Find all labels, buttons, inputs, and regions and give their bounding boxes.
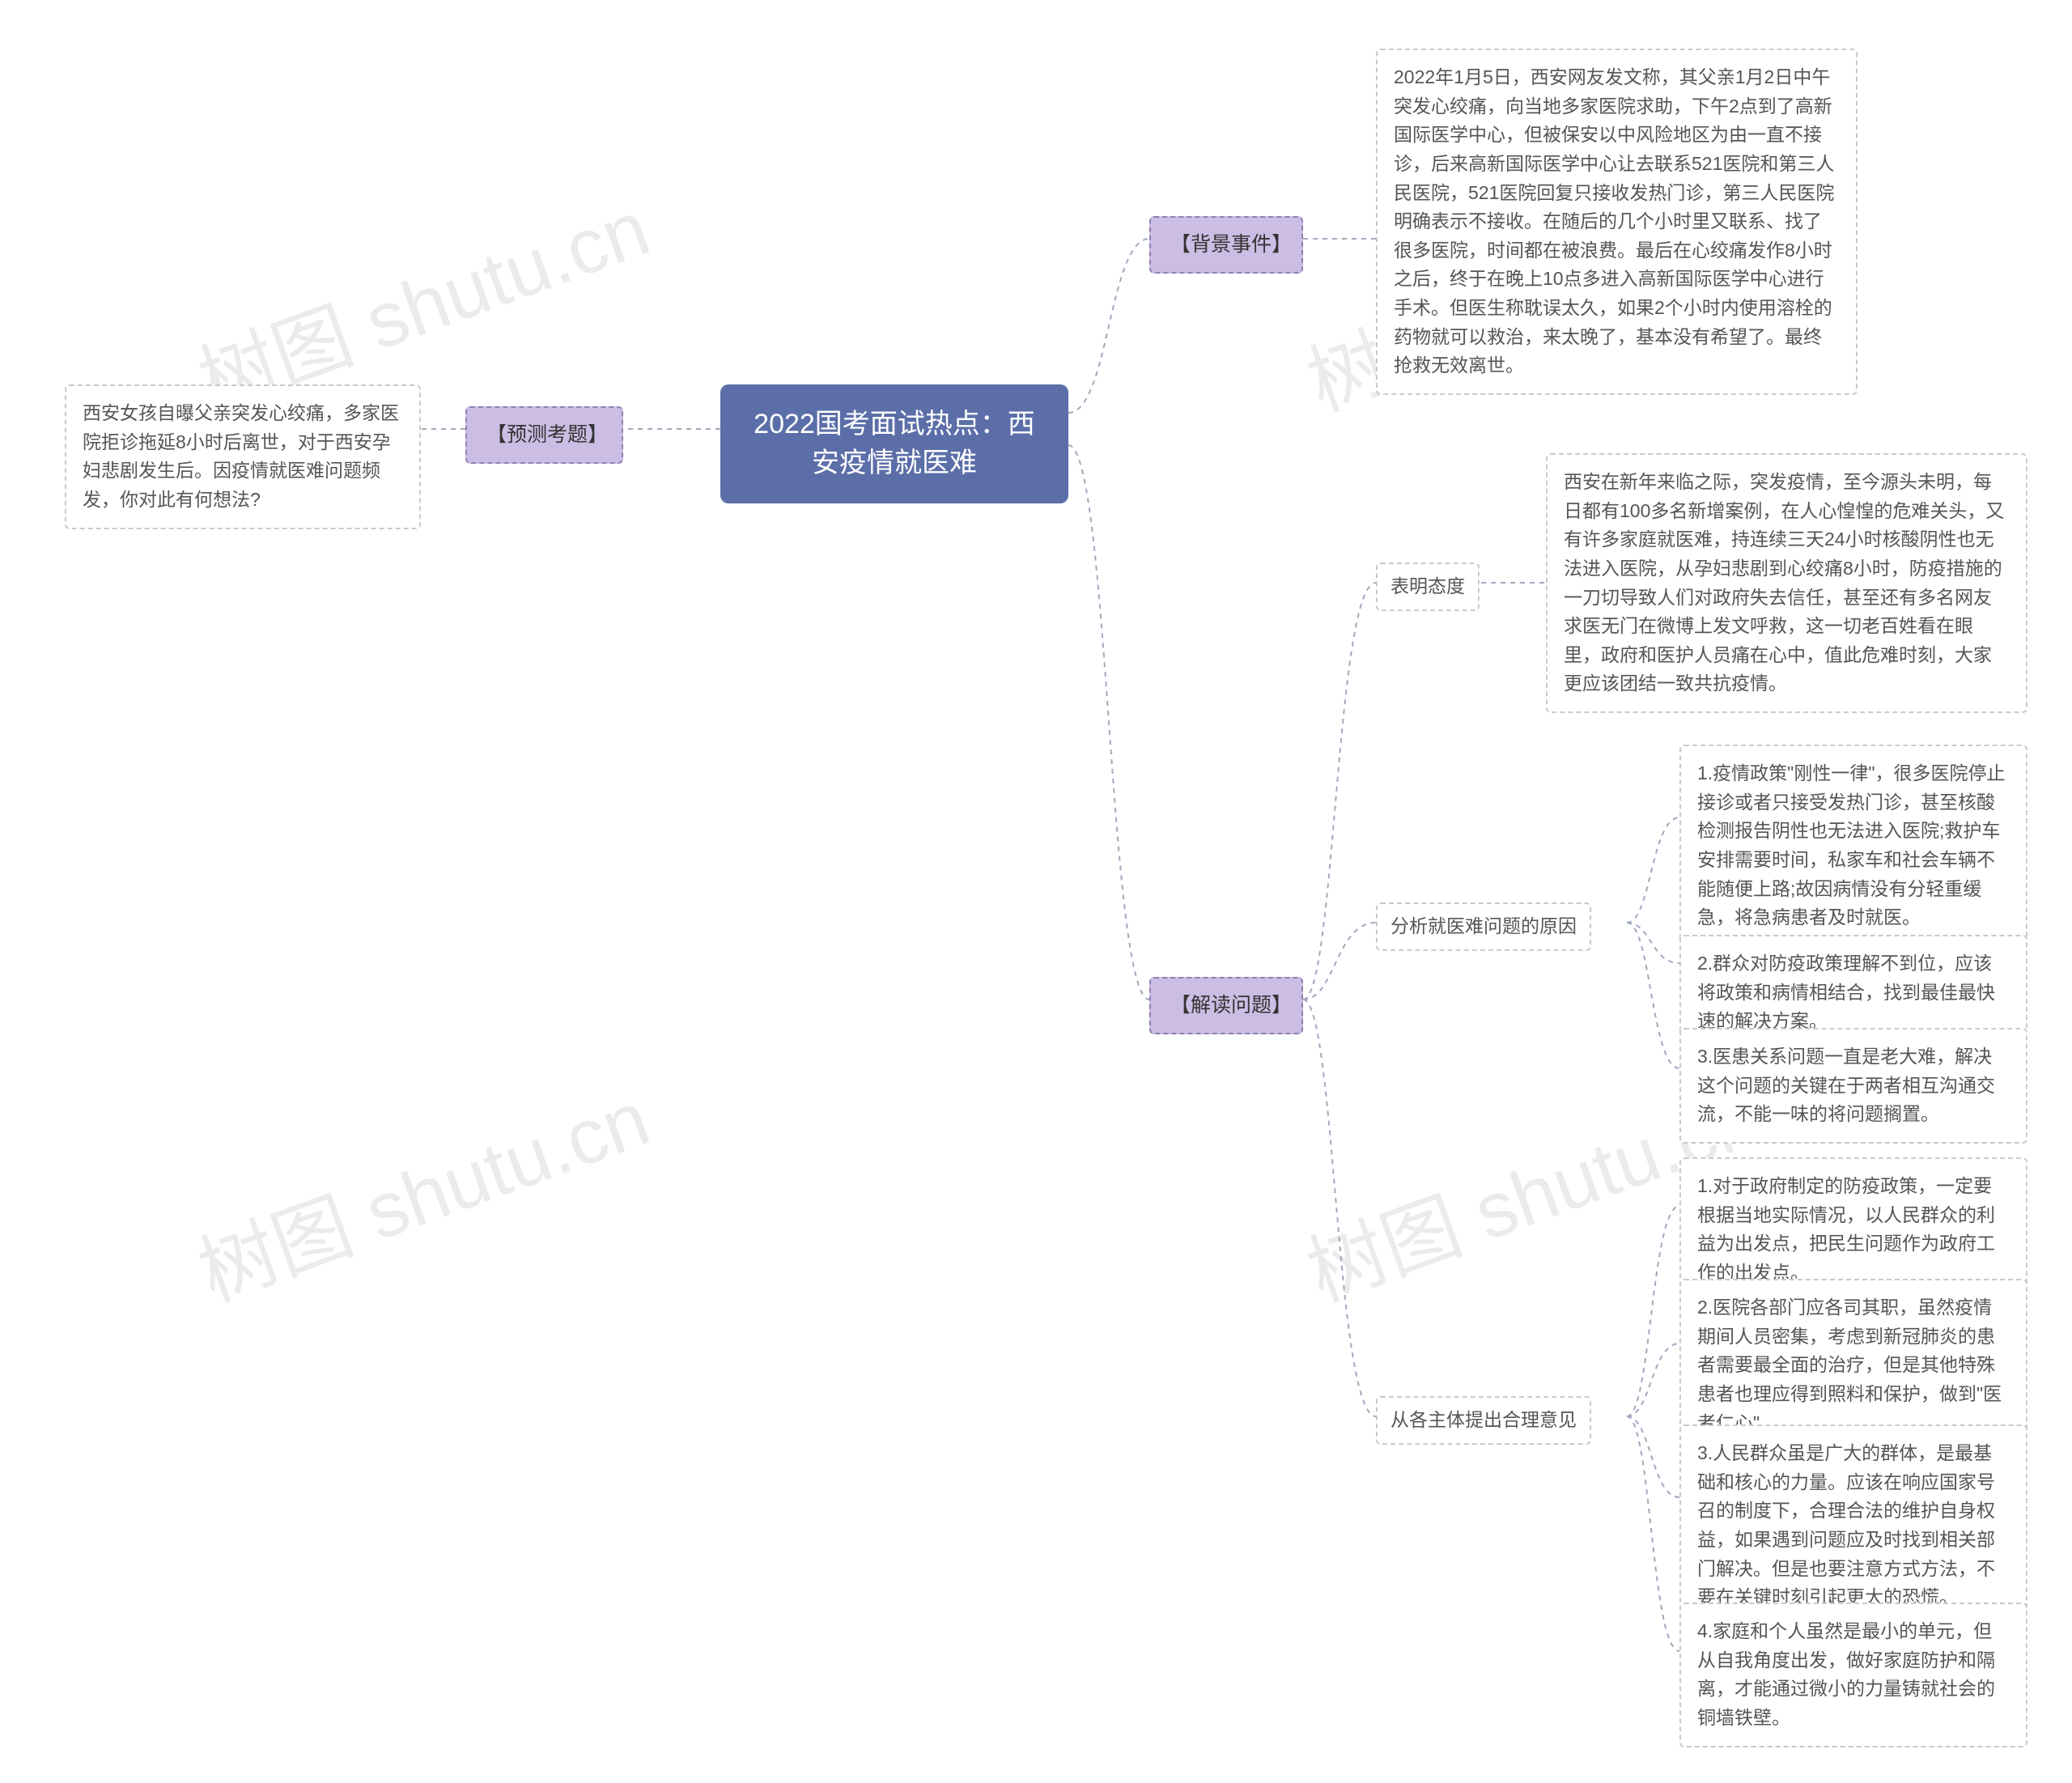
sub-attitude[interactable]: 表明态度 [1376,562,1480,611]
sub-reason[interactable]: 分析就医难问题的原因 [1376,902,1591,951]
leaf-attitude: 西安在新年来临之际，突发疫情，至今源头未明，每日都有100多名新增案例，在人心惶… [1546,453,2027,713]
branch-analysis[interactable]: 【解读问题】 [1149,977,1303,1034]
leaf-reason-3: 3.医患关系问题一直是老大难，解决这个问题的关键在于两者相互沟通交流，不能一味的… [1679,1028,2027,1144]
leaf-suggestion-4: 4.家庭和个人虽然是最小的单元，但从自我角度出发，做好家庭防护和隔离，才能通过微… [1679,1603,2027,1747]
branch-background[interactable]: 【背景事件】 [1149,216,1303,274]
leaf-reason-1: 1.疫情政策"刚性一律"，很多医院停止接诊或者只接受发热门诊，甚至核酸检测报告阴… [1679,745,2027,947]
leaf-predict: 西安女孩自曝父亲突发心绞痛，多家医院拒诊拖延8小时后离世，对于西安孕妇悲剧发生后… [65,384,421,529]
sub-suggestion[interactable]: 从各主体提出合理意见 [1376,1396,1591,1445]
leaf-background: 2022年1月5日，西安网友发文称，其父亲1月2日中午突发心绞痛，向当地多家医院… [1376,49,1858,395]
leaf-suggestion-3: 3.人民群众虽是广大的群体，是最基础和核心的力量。应该在响应国家号召的制度下，合… [1679,1424,2027,1627]
branch-predict[interactable]: 【预测考题】 [465,406,623,464]
watermark: 树图 shutu.cn [181,1056,662,1323]
center-node[interactable]: 2022国考面试热点：西安疫情就医难 [720,384,1068,503]
